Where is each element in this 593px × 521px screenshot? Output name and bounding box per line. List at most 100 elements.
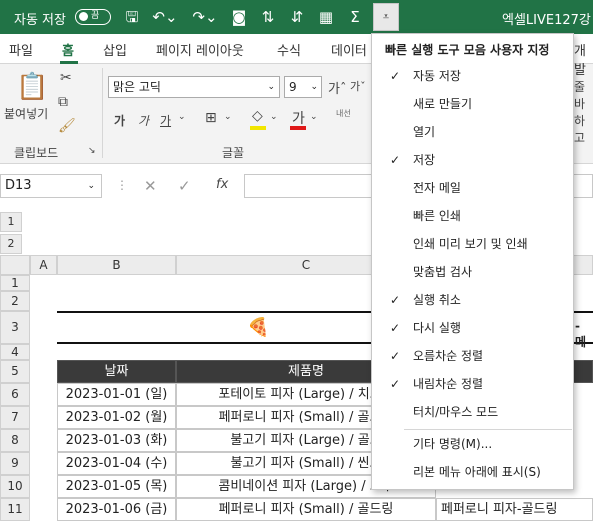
table-cell-date[interactable]: 2023-01-03 (화) (57, 429, 176, 452)
menu-item-label: 자동 저장 (413, 69, 461, 83)
grow-font-icon[interactable]: 가ˆ (328, 78, 346, 97)
redo-icon[interactable]: ↷⌄ (190, 8, 220, 26)
border-icon[interactable]: ⊞ (205, 110, 217, 126)
font-name-field[interactable]: 맑은 고딕 ⌄ (108, 76, 280, 98)
tab-home[interactable]: 홈 (62, 40, 74, 59)
row-header-9[interactable]: 9 (0, 452, 30, 475)
chevron-down-icon[interactable]: ⌄ (178, 112, 186, 122)
row-header-1[interactable]: 1 (0, 275, 30, 291)
fill-color-swatch (250, 126, 266, 130)
menu-item-open[interactable]: 열기 (373, 118, 573, 146)
menu-title: 빠른 실행 도구 모음 사용자 지정 (385, 43, 550, 57)
chevron-down-icon: ⌄ (310, 82, 318, 92)
table-cell-date[interactable]: 2023-01-02 (월) (57, 406, 176, 429)
row-header-10[interactable]: 10 (0, 475, 30, 498)
chevron-down-icon: ⌄ (267, 82, 275, 92)
sort-descending-icon[interactable]: ⇵ (286, 8, 308, 26)
menu-item-autosave[interactable]: ✓ 자동 저장 (373, 62, 573, 90)
undo-icon[interactable]: ↶⌄ (150, 8, 180, 26)
customize-toolbar-dropdown[interactable]: ⩡ (373, 3, 399, 31)
select-all-corner[interactable] (0, 255, 30, 275)
shrink-font-icon[interactable]: 가ˇ (350, 78, 366, 94)
table-cell-extra[interactable]: 페퍼로니 피자-골드링 (436, 498, 593, 521)
row-header-8[interactable]: 8 (0, 429, 30, 452)
name-box[interactable]: D13 ⌄ (0, 174, 102, 198)
phonetic-icon[interactable]: 내선 (336, 108, 351, 119)
menu-item-label: 기타 명령(M)... (413, 437, 493, 451)
tab-data[interactable]: 데이터 (331, 40, 367, 59)
autosave-toggle[interactable]: 끔 (75, 9, 111, 25)
menu-item-undo[interactable]: ✓ 실행 취소 (373, 286, 573, 314)
insert-function-icon[interactable]: fx (216, 177, 228, 192)
sort-ascending-icon[interactable]: ⇅ (257, 8, 279, 26)
customize-quick-access-menu: 빠른 실행 도구 모음 사용자 지정 ✓ 자동 저장 새로 만들기 열기 ✓ 저장 … (371, 33, 574, 490)
table-cell-date[interactable]: 2023-01-05 (목) (57, 475, 176, 498)
tab-formulas[interactable]: 수식 (277, 40, 301, 59)
cut-icon[interactable]: ✂ (60, 70, 72, 86)
menu-item-show-below-ribbon[interactable]: 리본 메뉴 아래에 표시(S) (373, 458, 573, 486)
outline-level-2-button[interactable]: 2 (0, 234, 22, 254)
save-icon[interactable]: 🖫 (122, 8, 142, 26)
form-icon[interactable]: ▦ (315, 8, 337, 26)
tab-insert[interactable]: 삽입 (103, 40, 127, 59)
table-cell-date[interactable]: 2023-01-01 (일) (57, 383, 176, 406)
table-cell-date[interactable]: 2023-01-04 (수) (57, 452, 176, 475)
bold-icon[interactable]: 가 (114, 112, 125, 129)
menu-item-label: 오름차순 정렬 (413, 349, 484, 363)
menu-item-label: 터치/마우스 모드 (413, 405, 499, 419)
menu-item-touch-mode[interactable]: 터치/마우스 모드 (373, 398, 573, 426)
cancel-icon[interactable]: ✕ (144, 177, 157, 195)
row-header-11[interactable]: 11 (0, 498, 30, 521)
menu-item-email[interactable]: 전자 메일 (373, 174, 573, 202)
menu-item-spelling[interactable]: 맞춤법 검사 (373, 258, 573, 286)
paste-label[interactable]: 붙여넣기 (4, 105, 48, 122)
header-date[interactable]: 날짜 (57, 360, 176, 383)
checkmark-icon: ✓ (390, 349, 401, 363)
camera-icon[interactable]: ◙ (228, 8, 250, 26)
table-cell-date[interactable]: 2023-01-06 (금) (57, 498, 176, 521)
menu-item-label: 새로 만들기 (413, 97, 473, 111)
font-size-field[interactable]: 9 ⌄ (284, 76, 322, 98)
fill-color-icon[interactable]: ◇ (252, 108, 263, 124)
menu-item-sort-descending[interactable]: ✓ 내림차순 정렬 (373, 370, 573, 398)
menu-item-sort-ascending[interactable]: ✓ 오름차순 정렬 (373, 342, 573, 370)
col-header-b[interactable]: B (57, 255, 176, 275)
checkmark-icon: ✓ (390, 69, 401, 83)
chevron-down-icon[interactable]: ⌄ (310, 112, 318, 122)
menu-item-quick-print[interactable]: 빠른 인쇄 (373, 202, 573, 230)
confirm-icon[interactable]: ✓ (178, 177, 191, 195)
row-header-2[interactable]: 2 (0, 291, 30, 311)
table-cell-product[interactable]: 페퍼로니 피자 (Small) / 골드링 (176, 498, 436, 521)
chevron-down-icon[interactable]: ⌄ (270, 112, 278, 122)
menu-item-label: 실행 취소 (413, 293, 461, 307)
menu-item-label: 전자 메일 (413, 181, 461, 195)
format-painter-icon[interactable]: 🖌 (58, 118, 76, 134)
menu-item-print-preview[interactable]: 인쇄 미리 보기 및 인쇄 (373, 230, 573, 258)
menu-item-label: 맞춤법 검사 (413, 265, 473, 279)
clipboard-launcher-icon[interactable]: ↘ (88, 146, 96, 156)
menu-item-more-commands[interactable]: 기타 명령(M)... (373, 430, 573, 458)
menu-item-save[interactable]: ✓ 저장 (373, 146, 573, 174)
col-header-a[interactable]: A (30, 255, 57, 275)
copy-icon[interactable]: ⧉ (58, 94, 68, 110)
row-header-5[interactable]: 5 (0, 360, 30, 383)
tab-page-layout[interactable]: 페이지 레이아웃 (156, 40, 244, 59)
paste-icon[interactable]: 📋 (16, 72, 48, 102)
outline-level-1-button[interactable]: 1 (0, 212, 22, 232)
italic-icon[interactable]: 가 (138, 112, 149, 129)
menu-item-label: 인쇄 미리 보기 및 인쇄 (413, 237, 528, 251)
tab-file[interactable]: 파일 (9, 40, 33, 59)
font-color-icon[interactable]: 가 (292, 108, 305, 128)
menu-item-label: 빠른 인쇄 (413, 209, 461, 223)
title-bar: 자동 저장 끔 🖫 ↶⌄ ↷⌄ ◙ ⇅ ⇵ ▦ Σ ⩡ 엑셀LIVE127강 - (0, 0, 593, 43)
chevron-down-icon[interactable]: ⌄ (224, 112, 232, 122)
row-header-4[interactable]: 4 (0, 344, 30, 360)
menu-item-redo[interactable]: ✓ 다시 실행 (373, 314, 573, 342)
row-header-3[interactable]: 3 (0, 311, 30, 344)
sum-icon[interactable]: Σ (344, 8, 366, 26)
row-header-6[interactable]: 6 (0, 383, 30, 406)
tab-developer-partial[interactable]: 개발 (574, 40, 593, 78)
row-header-7[interactable]: 7 (0, 406, 30, 429)
underline-icon[interactable]: 가 (160, 112, 171, 129)
menu-item-new[interactable]: 새로 만들기 (373, 90, 573, 118)
